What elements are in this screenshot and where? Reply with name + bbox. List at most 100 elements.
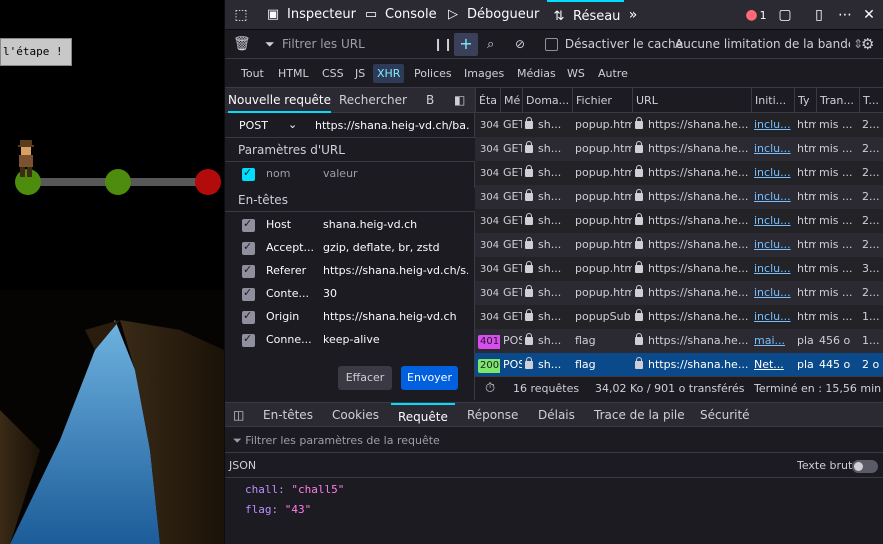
table-row[interactable]: 304 GET sh... popupSub https://shana.he... in… [475,305,883,329]
step-button[interactable]: l'étape ! [0,38,72,66]
header-value[interactable]: 30 [323,287,468,300]
table-row[interactable]: 304 GET sh... popup.htm https://shana.he... i… [475,185,883,209]
table-row[interactable]: 304 GET sh... popup.htm https://shana.he... i… [475,113,883,137]
params-filter-input[interactable]: ⏷ Filtrer les paramètres de la requête [225,428,883,453]
param-value-input[interactable]: valeur [323,167,468,180]
initiator-link[interactable]: inclu... [754,262,791,275]
filter-js[interactable]: JS [351,64,369,83]
col-status-header[interactable]: Éta [475,88,500,113]
col-transferred-header[interactable]: Tran... [816,88,859,113]
filter-ws[interactable]: WS [563,64,589,83]
header-name[interactable]: Host [266,218,316,231]
header-value[interactable]: shana.heig-vd.ch [323,218,468,231]
param-checkbox[interactable] [242,166,255,181]
initiator-link[interactable]: inclu... [754,310,791,323]
initiator-link[interactable]: mai... [754,334,785,347]
initiator-link[interactable]: inclu... [754,190,791,203]
timer-icon[interactable]: ⏱ [485,377,495,401]
block-icon[interactable]: ⊘ [515,30,525,59]
tab-timings[interactable]: Délais [538,403,575,427]
table-row[interactable]: 304 GET sh... popup.htm https://shana.he... i… [475,161,883,185]
level-node-completed[interactable] [105,169,131,195]
filter-css[interactable]: CSS [318,64,348,83]
filter-xhr[interactable]: XHR [373,64,405,83]
method-select[interactable]: POST [239,119,268,132]
tab-new-request[interactable]: Nouvelle requête [228,88,332,113]
header-checkbox[interactable] [242,309,255,324]
header-name[interactable]: Origin [266,310,316,323]
header-name[interactable]: Referer [266,264,316,277]
header-name[interactable]: Accept... [266,241,316,254]
tab-stack-trace[interactable]: Trace de la pile [594,403,685,427]
header-checkbox[interactable] [242,286,255,301]
header-checkbox[interactable] [242,263,255,278]
clear-button[interactable]: Effacer [338,366,392,390]
col-method-header[interactable]: Mé [500,88,522,113]
table-row[interactable]: 401POST sh... flag https://shana.he... mai..… [475,329,883,353]
header-value[interactable]: https://shana.heig-vd.ch [323,310,468,323]
header-name[interactable]: Conte... [266,287,316,300]
search-icon[interactable]: ⌕ [487,30,494,59]
header-value[interactable]: gzip, deflate, br, zstd [323,241,468,254]
filter-all[interactable]: Tout [237,64,268,83]
table-row[interactable]: 200POST sh... flag https://shana.he... Net..… [475,353,883,376]
raw-text-toggle[interactable] [852,460,878,473]
url-input[interactable]: https://shana.heig-vd.ch/ba... [315,119,470,132]
element-picker-icon[interactable]: ⬚ [229,0,253,30]
param-name-input[interactable]: nom [266,167,316,180]
tab-headers[interactable]: En-têtes [263,403,313,427]
filter-html[interactable]: HTML [274,64,313,83]
error-icon[interactable]: ● 1 [743,0,769,30]
header-name[interactable]: Conne... [266,333,316,346]
tab-inspector[interactable]: ▣ Inspecteur [265,0,356,30]
filter-media[interactable]: Médias [513,64,560,83]
initiator-link[interactable]: inclu... [754,238,791,251]
tab-response[interactable]: Réponse [467,403,518,427]
settings-gear-icon[interactable]: ⚙ [861,30,874,59]
table-row[interactable]: 304 GET sh... popup.htm https://shana.he... i… [475,281,883,305]
initiator-link[interactable]: Net... [754,358,784,371]
dock-icon[interactable]: ▢ [775,0,795,30]
tab-security[interactable]: Sécurité [700,403,750,427]
header-checkbox[interactable] [242,332,255,347]
game-canvas[interactable]: l'étape ! [0,0,224,544]
table-row[interactable]: 304 GET sh... popup.htm https://shana.he... i… [475,233,883,257]
tab-debugger[interactable]: ▷ Débogueur [445,0,539,30]
col-file-header[interactable]: Fichier [572,88,632,113]
header-checkbox[interactable] [242,240,255,255]
filter-images[interactable]: Images [460,64,508,83]
trash-icon[interactable]: 🗑 [233,30,251,59]
send-button[interactable]: Envoyer [401,366,458,390]
header-checkbox[interactable] [242,217,255,232]
throttling-select[interactable]: Aucune limitation de la bande ... [675,30,850,59]
col-url-header[interactable]: URL [632,88,751,113]
header-value[interactable]: keep-alive [323,333,468,346]
initiator-link[interactable]: inclu... [754,166,791,179]
col-domain-header[interactable]: Doma... [522,88,572,113]
filter-fonts[interactable]: Polices [410,64,456,83]
tab-request[interactable]: Requête [391,403,455,427]
table-row[interactable]: 304 GET sh... popup.htm https://shana.he... i… [475,257,883,281]
close-icon[interactable]: ✕ [859,0,879,30]
initiator-link[interactable]: inclu... [754,286,791,299]
col-type-header[interactable]: Ty [794,88,816,113]
col-initiator-header[interactable]: Initi... [751,88,794,113]
sidebar-toggle-icon[interactable]: ◫ [233,403,244,427]
tab-cookies[interactable]: Cookies [332,403,379,427]
col-size-header[interactable]: T... [859,88,883,113]
disable-cache-checkbox[interactable]: Désactiver le cache [545,30,683,59]
menu-icon[interactable]: ⋯ [835,0,855,30]
tab-search[interactable]: Rechercher [339,88,407,113]
tab-network[interactable]: ⇅ Réseau [547,0,625,30]
initiator-link[interactable]: inclu... [754,214,791,227]
responsive-mode-icon[interactable]: ▯ [809,0,829,30]
tab-b[interactable]: B [426,88,434,113]
new-request-button[interactable]: + [454,33,478,56]
initiator-link[interactable]: inclu... [754,118,791,131]
table-row[interactable]: 304 GET sh... popup.htm https://shana.he... i… [475,137,883,161]
level-node-locked[interactable] [195,169,221,195]
close-panel-icon[interactable]: ◧ [454,88,465,113]
tab-console[interactable]: ▭ Console [363,0,437,30]
more-tools-icon[interactable]: » [623,0,643,30]
url-filter-input[interactable]: Filtrer les URL [282,30,365,59]
